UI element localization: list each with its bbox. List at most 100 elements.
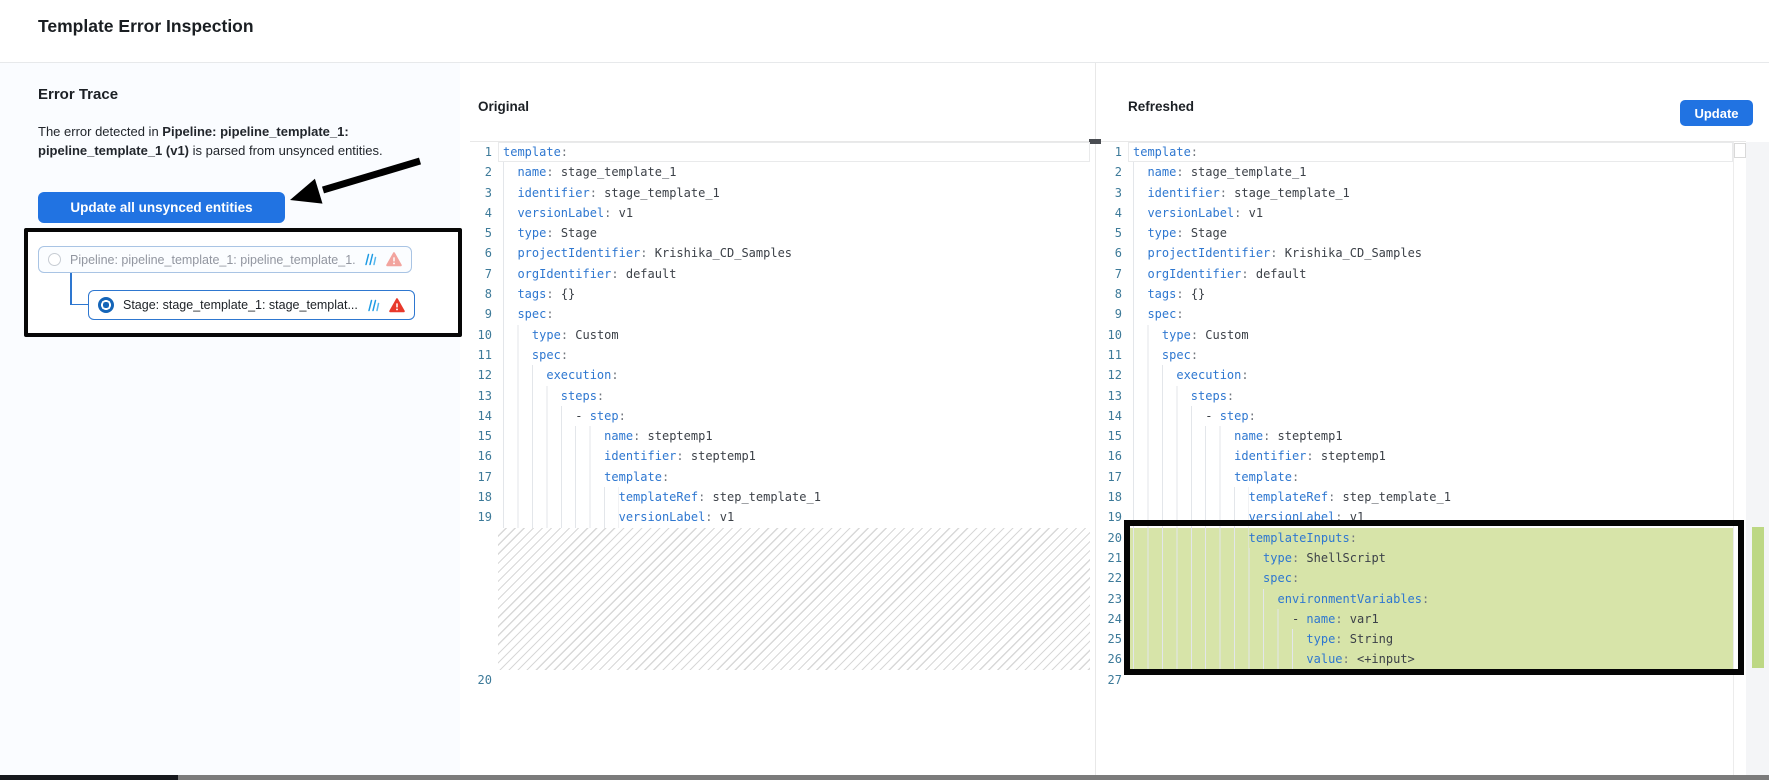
line-number: 21 [1103, 548, 1128, 568]
indent-guides [503, 304, 517, 324]
indent-guides [1133, 568, 1263, 588]
page-title: Template Error Inspection [38, 16, 254, 37]
stage-radio[interactable] [98, 297, 114, 313]
code-line: 20 templateInputs: [1103, 528, 1733, 548]
annotation-box-tree: Pipeline: pipeline_template_1: pipeline_… [24, 228, 462, 337]
line-number: 11 [1103, 345, 1128, 365]
tree-item-stage[interactable]: Stage: stage_template_1: stage_templat..… [88, 290, 415, 320]
code-line: 3 identifier: stage_template_1 [470, 183, 1090, 203]
stage-label: Stage: stage_template_1: stage_templat..… [123, 298, 358, 312]
bottom-scrollbar-track[interactable] [178, 775, 1769, 780]
refreshed-editor[interactable]: 1template:2 name: stage_template_13 iden… [1103, 142, 1733, 690]
original-editor[interactable]: 1template:2 name: stage_template_13 iden… [470, 142, 1090, 690]
line-content: identifier: steptemp1 [498, 446, 1090, 466]
line-number: 13 [1103, 386, 1128, 406]
line-number: 27 [1103, 670, 1128, 690]
indent-guides [503, 426, 604, 446]
indent-guides [503, 162, 517, 182]
pipeline-radio[interactable] [48, 253, 61, 266]
line-number: 3 [470, 183, 498, 203]
code-line: 25 type: String [1103, 629, 1733, 649]
indent-guides [503, 325, 532, 345]
indent-guides [1133, 467, 1234, 487]
code-line: 22 spec: [1103, 568, 1733, 588]
line-content: - name: var1 [1128, 609, 1733, 629]
code-line: 9 spec: [470, 304, 1090, 324]
line-content: - step: [1128, 406, 1733, 426]
line-number: 15 [1103, 426, 1128, 446]
tree-item-pipeline[interactable]: Pipeline: pipeline_template_1: pipeline_… [38, 246, 412, 273]
line-number: 11 [470, 345, 498, 365]
line-content: versionLabel: v1 [498, 203, 1090, 223]
code-line: 7 orgIdentifier: default [470, 264, 1090, 284]
indent-guides [1133, 223, 1147, 243]
code-line: 12 execution: [1103, 365, 1733, 385]
code-line: 4 versionLabel: v1 [1103, 203, 1733, 223]
line-content: value: <+input> [1128, 649, 1733, 669]
code-line: 6 projectIdentifier: Krishika_CD_Samples [470, 243, 1090, 263]
indent-guides [503, 284, 517, 304]
line-content: steps: [498, 386, 1090, 406]
template-error-inspection-page: Template Error Inspection Error Trace Th… [0, 0, 1769, 780]
line-content: tags: {} [498, 284, 1090, 304]
code-line: 1template: [470, 142, 1090, 162]
code-line: 6 projectIdentifier: Krishika_CD_Samples [1103, 243, 1733, 263]
template-icon [367, 299, 380, 312]
code-line: 19 versionLabel: v1 [470, 507, 1090, 527]
original-scrollbar-thumb[interactable] [1089, 139, 1101, 144]
line-number: 24 [1103, 609, 1128, 629]
line-content: versionLabel: v1 [1128, 507, 1733, 527]
line-content: environmentVariables: [1128, 589, 1733, 609]
line-number: 1 [470, 142, 498, 162]
line-number: 10 [1103, 325, 1128, 345]
line-content: projectIdentifier: Krishika_CD_Samples [498, 243, 1090, 263]
indent-guides [1133, 345, 1162, 365]
line-content: execution: [1128, 365, 1733, 385]
line-content: spec: [1128, 304, 1733, 324]
indent-guides [1133, 406, 1205, 426]
indent-guides [1133, 609, 1292, 629]
bottom-scrollbar-dark[interactable] [0, 775, 178, 780]
indent-guides [1133, 507, 1249, 527]
line-content: name: stage_template_1 [1128, 162, 1733, 182]
code-line: 5 type: Stage [1103, 223, 1733, 243]
code-line: 8 tags: {} [470, 284, 1090, 304]
diff-collapsed-region [470, 528, 1090, 670]
update-all-unsynced-button[interactable]: Update all unsynced entities [38, 192, 285, 223]
indent-guides [1133, 284, 1147, 304]
line-number: 6 [1103, 243, 1128, 263]
indent-guides [503, 446, 604, 466]
code-line: 24 - name: var1 [1103, 609, 1733, 629]
indent-guides [503, 467, 604, 487]
code-line: 18 templateRef: step_template_1 [470, 487, 1090, 507]
line-number: 8 [1103, 284, 1128, 304]
line-content: type: Custom [498, 325, 1090, 345]
warning-icon [386, 252, 402, 267]
line-number: 15 [470, 426, 498, 446]
update-button[interactable]: Update [1680, 100, 1753, 126]
indent-guides [1133, 426, 1234, 446]
line-number: 7 [470, 264, 498, 284]
line-content: name: steptemp1 [498, 426, 1090, 446]
line-number: 17 [470, 467, 498, 487]
panel-divider [1095, 63, 1096, 775]
code-line: 14 - step: [470, 406, 1090, 426]
refreshed-scrollbar-thumb[interactable] [1734, 143, 1746, 158]
line-content [1128, 670, 1733, 690]
code-line: 4 versionLabel: v1 [470, 203, 1090, 223]
line-content: template: [498, 467, 1090, 487]
line-number: 12 [1103, 365, 1128, 385]
line-content: templateRef: step_template_1 [498, 487, 1090, 507]
line-number: 22 [1103, 568, 1128, 588]
line-number: 14 [1103, 406, 1128, 426]
code-line: 7 orgIdentifier: default [1103, 264, 1733, 284]
indent-guides [1133, 162, 1147, 182]
code-line: 26 value: <+input> [1103, 649, 1733, 669]
line-content: identifier: steptemp1 [1128, 446, 1733, 466]
line-number: 14 [470, 406, 498, 426]
indent-guides [503, 223, 517, 243]
code-line: 1template: [1103, 142, 1733, 162]
line-number: 9 [470, 304, 498, 324]
line-number: 12 [470, 365, 498, 385]
code-line: 3 identifier: stage_template_1 [1103, 183, 1733, 203]
